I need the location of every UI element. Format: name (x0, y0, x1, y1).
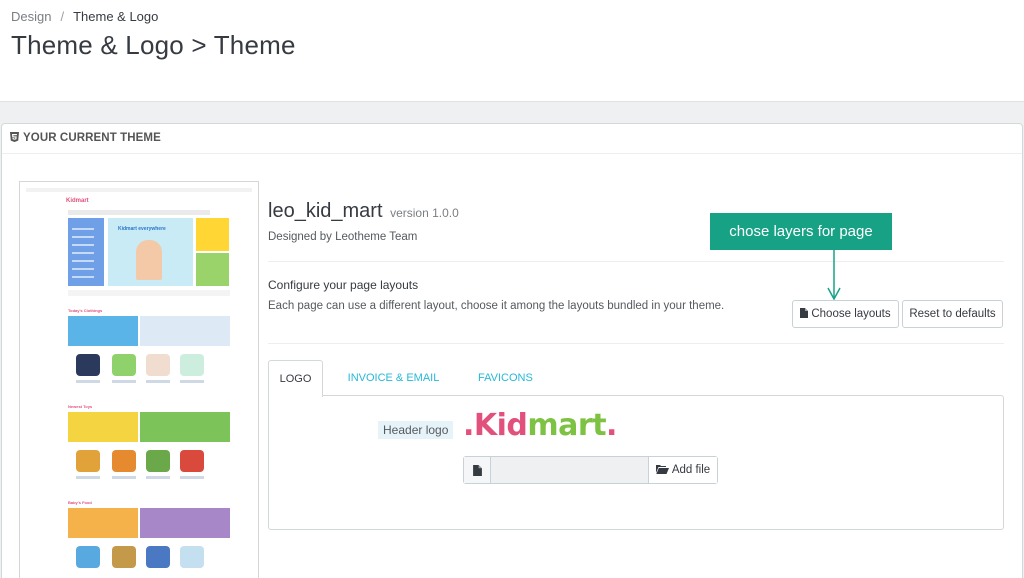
preview-section-label: Newest Toys (68, 404, 93, 409)
breadcrumb: Design / Theme & Logo (11, 9, 158, 24)
logo-text-part: .Kid (463, 408, 528, 443)
preview-product (112, 354, 136, 376)
configure-layouts-title: Configure your page layouts (268, 278, 419, 292)
theme-name: leo_kid_mart version 1.0.0 (268, 200, 459, 223)
preview-product (180, 546, 204, 568)
annotation-callout: chose layers for page (710, 213, 892, 250)
html5-icon (10, 132, 19, 142)
preview-sidebar (68, 218, 104, 286)
breadcrumb-current: Theme & Logo (73, 9, 159, 24)
page-header: Design / Theme & Logo Theme & Logo > Theme (0, 0, 1024, 102)
theme-version: version 1.0.0 (390, 206, 459, 220)
logo-file-input[interactable] (491, 457, 648, 483)
preview-caption (146, 476, 170, 479)
reset-to-defaults-label: Reset to defaults (909, 308, 996, 320)
preview-banner (68, 316, 138, 346)
preview-banner (140, 412, 230, 442)
preview-product (76, 450, 100, 472)
file-icon (800, 308, 809, 318)
preview-product (146, 546, 170, 568)
preview-feature-strip (68, 290, 230, 296)
preview-product (112, 450, 136, 472)
preview-banner (68, 508, 138, 538)
preview-caption (112, 380, 136, 383)
file-type-indicator (464, 457, 491, 483)
preview-banner (68, 412, 138, 442)
divider (268, 261, 1004, 262)
file-icon (473, 465, 482, 476)
tab-favicons[interactable]: FAVICONS (478, 360, 533, 396)
breadcrumb-separator: / (60, 9, 65, 24)
breadcrumb-design-link[interactable]: Design (11, 9, 51, 24)
add-file-button[interactable]: Add file (648, 457, 717, 483)
preview-product (180, 450, 204, 472)
reset-to-defaults-button[interactable]: Reset to defaults (902, 300, 1003, 328)
preview-hero: Kidmart everywhere (108, 218, 193, 286)
choose-layouts-label: Choose layouts (811, 308, 891, 320)
preview-section-label: Baby's Food (68, 500, 92, 505)
add-file-label: Add file (671, 464, 711, 476)
preview-product (146, 354, 170, 376)
choose-layouts-button[interactable]: Choose layouts (792, 300, 899, 328)
logo-text-part: . (606, 408, 617, 443)
preview-hero-text: Kidmart everywhere (118, 226, 166, 232)
panel-heading-label: YOUR CURRENT THEME (23, 132, 161, 144)
panel-heading: YOUR CURRENT THEME (2, 124, 1022, 154)
preview-logo: Kidmart (66, 198, 89, 204)
preview-caption (180, 476, 204, 479)
logo-file-upload: Add file (463, 456, 718, 484)
preview-banner (140, 316, 230, 346)
preview-nav (68, 210, 210, 215)
tab-invoice-email-logos[interactable]: INVOICE & EMAIL LOGOS (336, 360, 451, 420)
preview-caption (76, 380, 100, 383)
logo-text-part: mart (527, 408, 607, 443)
preview-caption (76, 476, 100, 479)
configure-layouts-description: Each page can use a different layout, ch… (268, 300, 725, 312)
preview-caption (112, 476, 136, 479)
theme-preview-image: Kidmart Kidmart everywhere Today's Cloth… (19, 181, 259, 578)
header-logo-image: .Kidmart. (463, 408, 617, 443)
preview-section-label: Today's Clothings (68, 308, 103, 313)
theme-author: Designed by Leotheme Team (268, 231, 418, 243)
tab-logo[interactable]: LOGO (268, 360, 323, 397)
annotation-arrow-icon (827, 250, 841, 300)
preview-caption (146, 380, 170, 383)
preview-product (76, 354, 100, 376)
preview-product (180, 354, 204, 376)
divider (268, 343, 1004, 344)
preview-product (146, 450, 170, 472)
preview-banner-yellow (196, 218, 229, 251)
theme-name-text: leo_kid_mart (268, 200, 383, 222)
preview-banner-green (196, 253, 229, 286)
page-title: Theme & Logo > Theme (11, 30, 296, 60)
header-logo-label: Header logo (378, 421, 454, 439)
preview-banner (140, 508, 230, 538)
preview-product (76, 546, 100, 568)
folder-open-icon (655, 465, 669, 474)
preview-topbar (26, 188, 252, 192)
preview-product (112, 546, 136, 568)
preview-caption (180, 380, 204, 383)
